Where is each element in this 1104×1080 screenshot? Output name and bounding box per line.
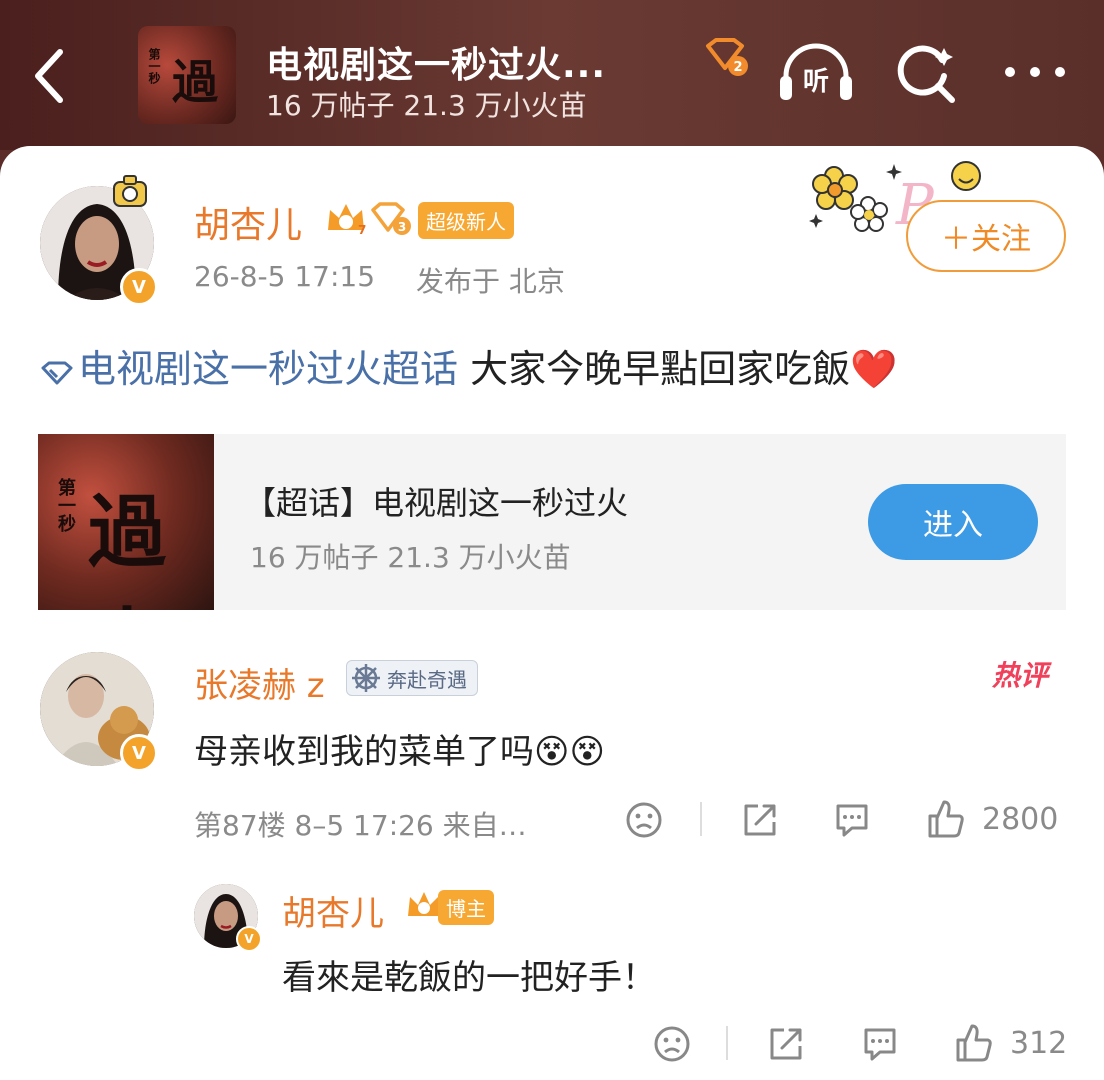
share-icon[interactable] bbox=[740, 800, 780, 840]
topic-title: 电视剧这一秒过火... bbox=[266, 45, 607, 86]
verified-badge-icon: V bbox=[120, 734, 158, 772]
crown-level-icon: 7 bbox=[324, 200, 368, 237]
comment-text: 母亲收到我的菜单了吗😵😵 bbox=[194, 724, 605, 773]
follow-button[interactable]: ＋关注 bbox=[906, 200, 1066, 272]
topic-stats: 16 万帖子 21.3 万小火苗 bbox=[266, 89, 587, 122]
camera-decoration-icon bbox=[110, 172, 150, 210]
reply-text: 看來是乾飯的一把好手！ bbox=[282, 958, 656, 998]
enter-button[interactable]: 进入 bbox=[868, 484, 1038, 560]
verified-badge-icon: V bbox=[120, 268, 158, 306]
topic-card[interactable]: 過火 第一秒 【超话】电视剧这一秒过火 16 万帖子 21.3 万小火苗 进入 bbox=[38, 434, 1066, 610]
comment-body: 母亲收到我的菜单了吗 bbox=[194, 732, 534, 772]
topic-header: 過火 第一秒 电视剧这一秒过火... 16 万帖子 21.3 万小火苗 2 听 bbox=[0, 0, 1104, 150]
topic-link[interactable]: 电视剧这一秒过火超话 bbox=[78, 347, 458, 391]
heart-emoji: ❤️ bbox=[850, 347, 898, 391]
dizzy-emoji: 😵😵 bbox=[534, 732, 605, 772]
topic-diamond-icon bbox=[40, 350, 78, 394]
thumb-title-text: 過火 bbox=[172, 55, 218, 124]
svg-text:2: 2 bbox=[733, 60, 742, 75]
topic-card-img-sub: 第一秒 bbox=[55, 478, 76, 532]
svg-text:听: 听 bbox=[803, 67, 829, 97]
topic-level-icon: 3 bbox=[370, 202, 412, 236]
post-body-text: 大家今晚早點回家吃飯 bbox=[470, 347, 851, 391]
thumbs-up-icon[interactable] bbox=[926, 798, 966, 840]
post-body: 电视剧这一秒过火超话 大家今晚早點回家吃飯❤️ bbox=[40, 338, 897, 394]
comment-meta: 第87楼 8–5 17:26 来自… bbox=[194, 809, 527, 842]
post-timestamp: 26-8-5 17:15 bbox=[194, 260, 376, 293]
fan-medal-label: 奔赴奇遇 bbox=[387, 667, 467, 692]
comment-icon[interactable] bbox=[860, 1024, 900, 1064]
thumbs-up-icon[interactable] bbox=[954, 1022, 994, 1064]
share-icon[interactable] bbox=[766, 1024, 806, 1064]
action-divider bbox=[700, 802, 702, 836]
back-arrow-icon[interactable] bbox=[30, 46, 70, 106]
topic-card-stats: 16 万帖子 21.3 万小火苗 bbox=[250, 541, 571, 574]
more-dots-icon[interactable] bbox=[1002, 60, 1068, 84]
hot-comment-badge: 热评 bbox=[992, 659, 1049, 692]
comment-icon[interactable] bbox=[832, 800, 872, 840]
topic-card-title: 【超话】电视剧这一秒过火 bbox=[244, 484, 629, 522]
svg-text:3: 3 bbox=[398, 220, 406, 234]
thumb-sub-text: 第一秒 bbox=[147, 48, 161, 84]
like-count: 2800 bbox=[982, 802, 1059, 837]
super-newcomer-tag: 超级新人 bbox=[418, 202, 514, 239]
action-divider bbox=[726, 1026, 728, 1060]
verified-badge-icon: V bbox=[236, 926, 262, 952]
topic-card-image: 過火 第一秒 bbox=[38, 434, 214, 610]
frown-icon[interactable] bbox=[624, 800, 664, 840]
reply-author-name[interactable]: 胡杏儿 bbox=[282, 886, 384, 935]
topic-level-icon: 2 bbox=[704, 38, 750, 78]
like-count: 312 bbox=[1010, 1026, 1068, 1061]
fan-medal-badge: 奔赴奇遇 bbox=[346, 660, 478, 696]
post-location: 发布于 北京 bbox=[416, 265, 565, 298]
frown-icon[interactable] bbox=[652, 1024, 692, 1064]
svg-text:7: 7 bbox=[358, 223, 366, 236]
topic-thumbnail[interactable]: 過火 第一秒 bbox=[138, 26, 236, 124]
author-role-tag: 博主 bbox=[438, 890, 494, 925]
topic-card-img-title: 過火 bbox=[88, 487, 167, 610]
headphones-icon[interactable]: 听 bbox=[776, 40, 856, 106]
comment-author-name[interactable]: 张凌赫 z bbox=[194, 658, 325, 707]
wheel-icon bbox=[351, 663, 381, 693]
search-icon[interactable] bbox=[896, 42, 958, 104]
post-author-name[interactable]: 胡杏儿 bbox=[194, 196, 302, 248]
